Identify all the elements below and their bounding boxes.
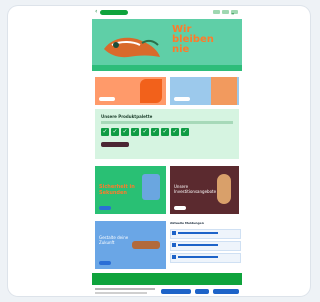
menu-icon[interactable]: ≡: [231, 12, 235, 16]
feature-text: Unsere Investitionsangebote: [174, 184, 217, 194]
footer-button[interactable]: [161, 289, 191, 294]
chameleon-image: [104, 37, 160, 58]
option-check-icon[interactable]: ✓: [131, 128, 139, 136]
option-check-icon[interactable]: ✓: [151, 128, 159, 136]
option-check-icon[interactable]: ✓: [141, 128, 149, 136]
top-navigation: ‹ ≡: [92, 8, 242, 18]
news-link[interactable]: [178, 232, 218, 234]
option-check-icon[interactable]: ✓: [101, 128, 109, 136]
feature-button[interactable]: [99, 206, 111, 210]
legal-text: [95, 292, 147, 294]
feature-button[interactable]: [174, 206, 186, 210]
product-options: ✓ ✓ ✓ ✓ ✓ ✓ ✓ ✓ ✓: [101, 128, 189, 136]
news-item[interactable]: [170, 229, 241, 239]
footer-button[interactable]: [213, 289, 239, 294]
hero-banner: Wir bleiben nie: [92, 19, 242, 71]
submit-button[interactable]: [101, 142, 129, 147]
news-item[interactable]: [170, 241, 241, 251]
promo-tile-orange[interactable]: [95, 77, 166, 105]
section-title: Unsere Produktpalette: [101, 114, 153, 119]
option-check-icon[interactable]: ✓: [171, 128, 179, 136]
hero-stripe: [92, 65, 242, 71]
webpage-preview: ‹ ≡ Wir bleiben nie Unsere Produktpalett…: [92, 8, 242, 294]
promo-button[interactable]: [174, 97, 190, 101]
news-section: Aktuelle Meldungen: [170, 221, 241, 269]
nav-link[interactable]: [213, 10, 220, 14]
option-check-icon[interactable]: ✓: [181, 128, 189, 136]
footer: [92, 273, 242, 285]
option-check-icon[interactable]: ✓: [111, 128, 119, 136]
footer-button[interactable]: [195, 289, 209, 294]
feature-tile-green[interactable]: Sicherheit in Sekunden: [95, 166, 166, 214]
feature-text: Sicherheit in Sekunden: [99, 184, 135, 196]
feature-tile-blue[interactable]: Gestalte deine Zukunft: [95, 221, 166, 269]
portrait-image: [217, 174, 231, 204]
option-check-icon[interactable]: ✓: [161, 128, 169, 136]
news-item[interactable]: [170, 253, 241, 263]
news-icon: [172, 231, 176, 235]
promo-illustration: [140, 79, 162, 103]
nav-links: ≡: [213, 10, 238, 16]
section-subtitle: [101, 121, 233, 124]
news-link[interactable]: [178, 244, 218, 246]
brand-logo[interactable]: [100, 10, 128, 15]
feature-text: Gestalte deine Zukunft: [99, 235, 129, 245]
legal-row: [95, 288, 242, 294]
promo-tile-blue[interactable]: [170, 77, 239, 105]
product-selector-section: Unsere Produktpalette ✓ ✓ ✓ ✓ ✓ ✓ ✓ ✓ ✓: [95, 109, 239, 159]
legal-text: [95, 288, 155, 290]
news-title: Aktuelle Meldungen: [170, 221, 204, 225]
promo-illustration: [211, 77, 237, 105]
feature-illustration: [142, 174, 160, 200]
news-icon: [172, 255, 176, 259]
promo-button[interactable]: [99, 97, 115, 101]
hero-title: Wir bleiben nie: [172, 25, 238, 55]
news-link[interactable]: [178, 256, 218, 258]
option-check-icon[interactable]: ✓: [121, 128, 129, 136]
feature-illustration: [132, 241, 160, 249]
hero-title-line-3: nie: [172, 44, 190, 55]
news-icon: [172, 243, 176, 247]
feature-button[interactable]: [99, 261, 111, 265]
nav-link[interactable]: [222, 10, 229, 14]
feature-tile-brown[interactable]: Unsere Investitionsangebote: [170, 166, 239, 214]
